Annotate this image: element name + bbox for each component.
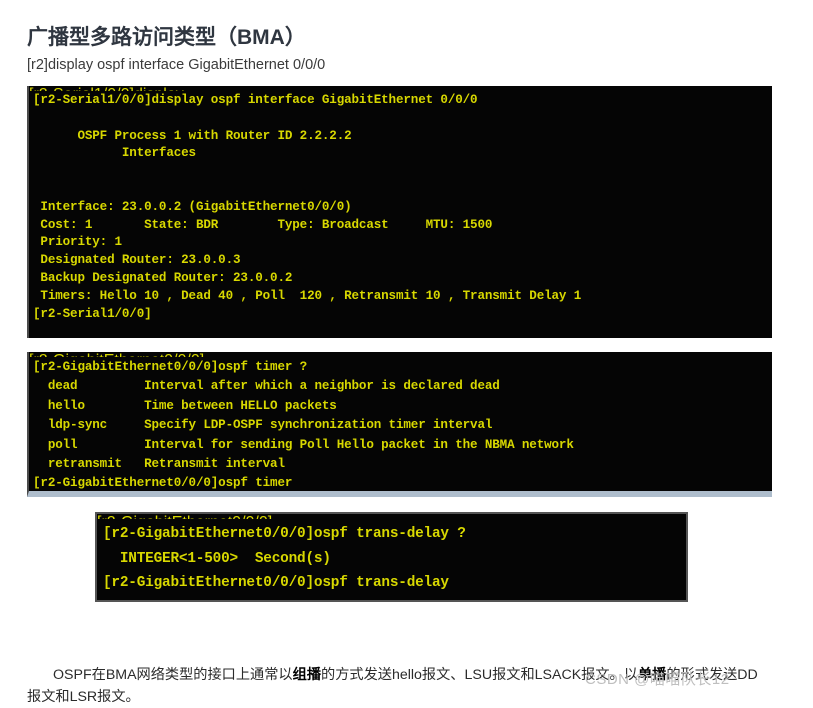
terminal-2-text: [r2-GigabitEthernet0/0/0]ospf timer ? de… <box>33 360 574 491</box>
paragraph-part-1: OSPF在BMA网络类型的接口上通常以 <box>53 667 293 684</box>
paragraph-bold-multicast: 组播 <box>292 667 322 684</box>
terminal-output-ospf-interface: [r2-Serial1/0/0]display [r2-Serial1/0/0]… <box>27 86 772 338</box>
page-title: 广播型多路访问类型（BMA） <box>27 26 306 50</box>
csdn-watermark: CSDN @喵喵队长12 <box>585 671 730 688</box>
terminal-output-ospf-trans-delay-help: [r2-GigabitEthernet0/0/0] [r2-GigabitEth… <box>95 512 688 602</box>
terminal-output-ospf-timer-help: [r2-GigabitEthernet0/0/0] [r2-GigabitEth… <box>27 352 772 497</box>
terminal-3-text: [r2-GigabitEthernet0/0/0]ospf trans-dela… <box>103 526 466 591</box>
terminal-1-text: [r2-Serial1/0/0]display ospf interface G… <box>33 93 582 321</box>
command-subtitle: [r2]display ospf interface GigabitEthern… <box>27 57 326 73</box>
